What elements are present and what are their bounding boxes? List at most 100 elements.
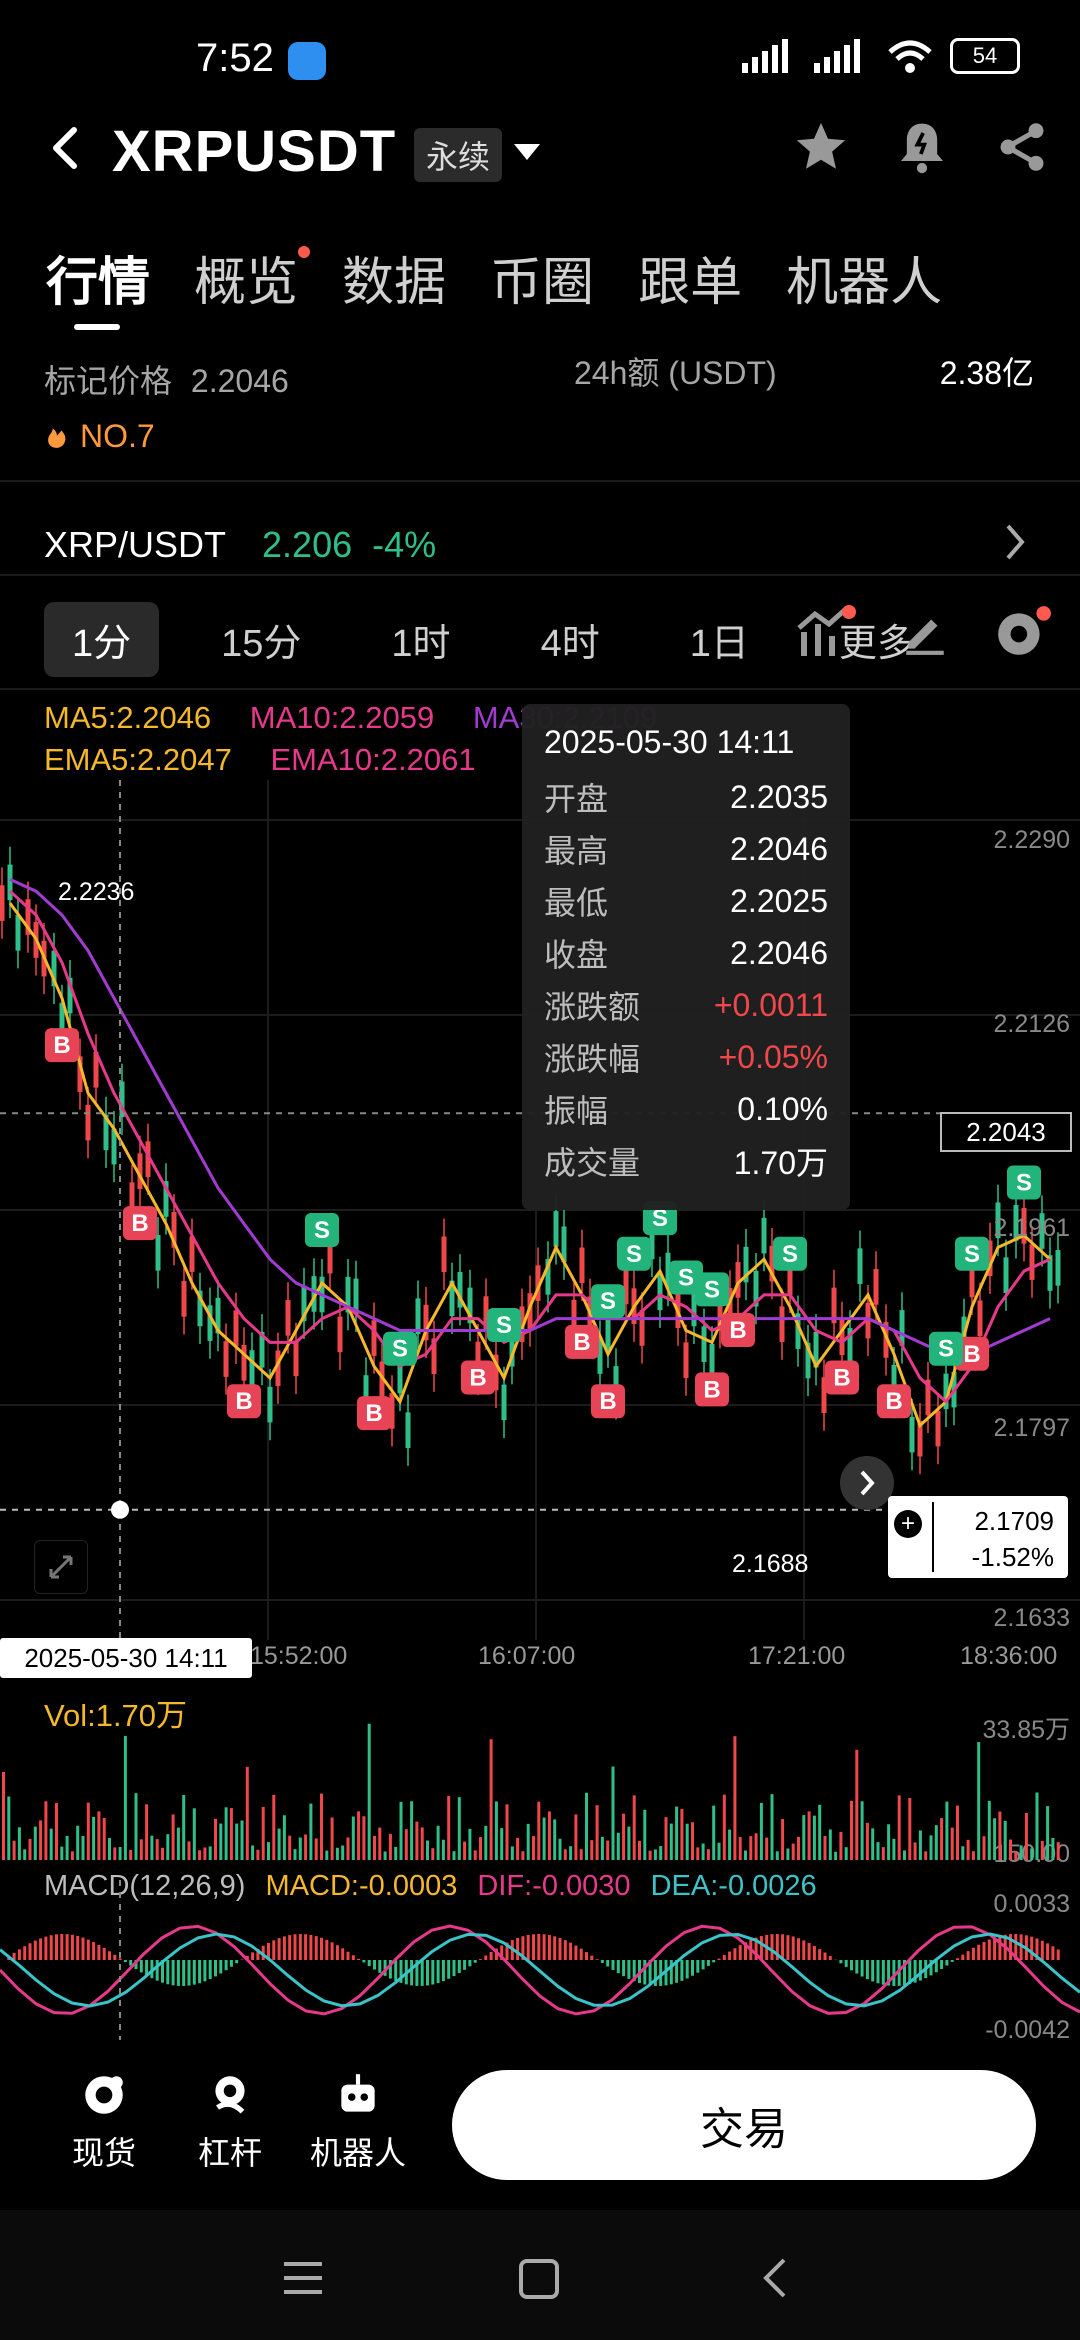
volume-bar — [129, 1849, 133, 1860]
volume-bar — [298, 1837, 302, 1860]
sell-marker-label: S — [1016, 1170, 1032, 1197]
volume-bar — [913, 1842, 917, 1860]
y-tick-label: 2.1797 — [993, 1414, 1070, 1442]
volume-bar — [383, 1851, 387, 1860]
dropdown-icon[interactable] — [512, 140, 542, 164]
candle-body — [285, 1300, 291, 1336]
volume-bar — [1024, 1813, 1028, 1860]
last-price: 2.1709 — [974, 1506, 1054, 1536]
robot-icon — [341, 2074, 375, 2112]
x-tick-label: 17:21:00 — [748, 1642, 846, 1670]
volume-bar — [733, 1736, 737, 1860]
volume-bar — [754, 1833, 758, 1860]
rank-badge[interactable]: NO.7 — [44, 418, 155, 455]
spot-button[interactable]: 现货 — [44, 2070, 164, 2174]
volume-bar — [272, 1794, 276, 1860]
macd-bar — [484, 1955, 488, 1960]
tab-market[interactable]: 行情 — [46, 240, 150, 330]
macd-bar — [547, 1935, 551, 1960]
macd-bar — [722, 1955, 726, 1960]
add-order-icon[interactable]: + — [894, 1510, 922, 1538]
spot-label: 现货 — [71, 2135, 136, 2171]
volume-bar — [1019, 1845, 1023, 1860]
mark-price-value: 2.2046 — [190, 363, 289, 399]
robot-button[interactable]: 机器人 — [298, 2070, 418, 2174]
macd-bar — [717, 1958, 721, 1960]
back-icon[interactable] — [44, 126, 88, 170]
volume-bar — [256, 1849, 260, 1860]
trade-button[interactable]: 交易 — [452, 2070, 1036, 2180]
interval-1m[interactable]: 1分 — [44, 601, 160, 677]
share-icon[interactable] — [994, 118, 1050, 176]
volume-bar — [426, 1840, 429, 1860]
macd-bar — [823, 1952, 827, 1960]
interval-15m[interactable]: 15分 — [193, 602, 329, 677]
volume-bar — [961, 1846, 965, 1860]
indicator-icon[interactable] — [794, 604, 856, 660]
fullscreen-button[interactable] — [34, 1540, 88, 1594]
tooltip-row: 最高 2.2046 — [544, 823, 828, 875]
volume-bar — [447, 1795, 451, 1860]
tooltip-label: 收盘 — [544, 937, 609, 973]
macd-bar — [81, 1937, 85, 1960]
last-price-box[interactable]: + 2.1709 -1.52% — [888, 1496, 1068, 1578]
volume-bar — [1003, 1820, 1007, 1860]
draw-pen-icon[interactable] — [900, 607, 950, 657]
macd-bar — [23, 1946, 27, 1960]
macd-bar — [918, 1960, 922, 1981]
volume-bar — [224, 1807, 228, 1860]
candle-body — [267, 1386, 273, 1423]
volume-bar — [187, 1841, 191, 1860]
macd-bar — [828, 1956, 832, 1960]
volume-bar — [118, 1847, 122, 1860]
volume-bar — [320, 1793, 323, 1860]
macd-bar — [600, 1960, 604, 1963]
ema10-value: EMA10:2.2061 — [270, 742, 476, 777]
candle-body — [0, 885, 5, 921]
interval-4h[interactable]: 4时 — [513, 602, 628, 677]
volume-bar — [638, 1840, 641, 1860]
volume-bar — [314, 1838, 318, 1860]
menu-icon[interactable] — [282, 2260, 324, 2296]
macd-bar — [855, 1960, 859, 1974]
y-tick-label: 2.1961 — [993, 1214, 1070, 1242]
volume-bar — [367, 1723, 371, 1860]
alert-bell-icon[interactable] — [894, 118, 950, 176]
volume-bar — [123, 1735, 127, 1860]
star-icon[interactable] — [792, 118, 850, 176]
macd-bar — [516, 1937, 520, 1960]
tab-copy-trading[interactable]: 跟单 — [638, 240, 742, 330]
nav-back-icon[interactable] — [760, 2256, 790, 2300]
tab-data[interactable]: 数据 — [342, 240, 446, 330]
tab-overview[interactable]: 概览 — [194, 240, 311, 330]
interval-1d[interactable]: 1日 — [662, 602, 777, 677]
contract-type-tag[interactable]: 永续 — [414, 128, 503, 182]
tooltip-row: 最低 2.2025 — [544, 875, 828, 927]
tab-community[interactable]: 币圈 — [490, 240, 594, 330]
macd-bar — [378, 1960, 382, 1973]
scroll-latest-button[interactable] — [840, 1456, 894, 1510]
candle-body — [415, 1298, 421, 1335]
candle-body — [657, 1274, 663, 1311]
volume-bar — [457, 1797, 461, 1860]
volume-bar — [574, 1814, 578, 1860]
spot-market-row[interactable]: XRP/USDT 2.206 -4% — [44, 510, 1030, 580]
macd-bar — [759, 1936, 763, 1960]
leverage-button[interactable]: 杠杆 — [170, 2070, 290, 2174]
macd-bar — [945, 1960, 949, 1966]
macd-bar — [971, 1947, 975, 1960]
macd-bar — [865, 1960, 869, 1980]
interval-1h[interactable]: 1时 — [363, 602, 478, 677]
home-icon[interactable] — [518, 2258, 560, 2300]
header-actions — [792, 118, 1050, 176]
page-title[interactable]: XRPUSDT — [112, 118, 396, 185]
volume-bar — [558, 1838, 562, 1860]
settings-gear-icon[interactable] — [994, 604, 1052, 660]
volume-bar — [834, 1851, 838, 1860]
volume-bar — [60, 1846, 64, 1860]
macd-bar — [987, 1939, 991, 1960]
volume-bar — [706, 1849, 710, 1860]
tab-bots[interactable]: 机器人 — [786, 240, 942, 330]
macd-bar — [1030, 1936, 1034, 1960]
volume-bar — [781, 1819, 785, 1860]
